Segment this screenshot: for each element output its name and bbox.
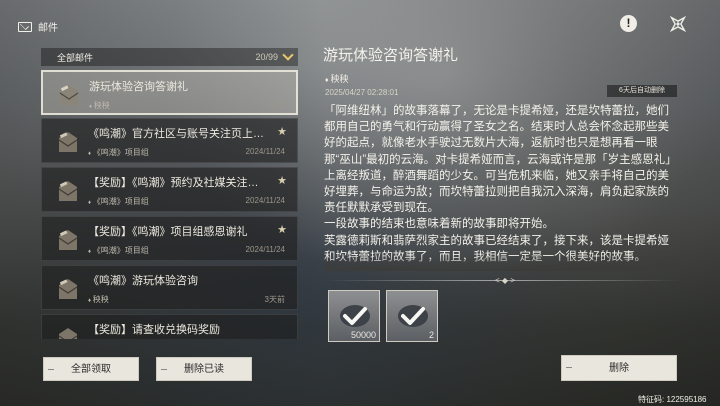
mail-item-title: 《鸣潮》游玩体验咨询 (88, 275, 198, 287)
mail-header: 邮件 (18, 19, 58, 34)
mail-item[interactable]: 《鸣潮》官方社区与账号关注页上… ★ 《鸣潮》项目组 2024/11/24 (41, 118, 298, 163)
button-dash-icon (161, 369, 167, 370)
mail-item-title: 【奖励】《鸣潮》项目组感恩谢礼 (88, 226, 248, 238)
mail-count: 20/99 (255, 52, 278, 62)
filter-label: 全部邮件 (57, 52, 94, 63)
mail-item[interactable]: 【奖励】《鸣潮》项目组感恩谢礼 ★ 《鸣潮》项目组 2024/11/24 (41, 216, 298, 261)
star-icon: ★ (277, 175, 287, 187)
mail-item-sender: 秧秧 (89, 100, 110, 111)
info-icon[interactable]: ! (620, 15, 637, 32)
delete-button[interactable]: 删除 (561, 355, 677, 381)
mail-item-date: 2024/11/24 (245, 245, 285, 254)
mail-body-text: 「阿维纽林」的故事落幕了，无论是卡提希娅，还是坎特蕾拉，她们都用自己的勇气和行动… (324, 105, 677, 263)
mail-item-date: 今天 (268, 101, 284, 110)
check-icon (340, 305, 370, 327)
close-icon[interactable] (668, 14, 688, 34)
chevron-down-icon (282, 49, 294, 61)
divider-ornament-icon: < ◆ > (495, 276, 515, 285)
attachment-item[interactable]: 2 (386, 290, 438, 342)
player-uid: 特征码: 122595186 (638, 395, 707, 404)
mail-item-date: 2024/11/24 (245, 147, 285, 156)
mail-open-icon (58, 132, 78, 152)
header-title: 邮件 (38, 23, 58, 34)
body-fade (324, 255, 680, 271)
claim-all-button[interactable]: 全部领取 (43, 357, 139, 381)
mail-body[interactable]: 「阿维纽林」的故事落幕了，无论是卡提希娅，还是坎特蕾拉，她们都用自己的勇气和行动… (324, 103, 680, 269)
mail-list[interactable]: 游玩体验咨询答谢礼 秧秧 今天 《鸣潮》官方社区与账号关注页上… ★ 《鸣潮》项… (41, 68, 298, 339)
mail-detail-title: 游玩体验咨询答谢礼 (323, 47, 459, 64)
attachment-count: 2 (428, 330, 434, 340)
mail-item[interactable]: 《鸣潮》游玩体验咨询 秧秧 3天前 (41, 265, 298, 310)
mail-item-title: 【奖励】请查收兑换码奖励 (88, 324, 220, 336)
mail-item[interactable]: 游玩体验咨询答谢礼 秧秧 今天 (41, 70, 298, 115)
mail-item-date: 3天前 (264, 295, 285, 304)
mail-item-sender: 《鸣潮》项目组 (88, 147, 149, 158)
mail-item-sender: 《鸣潮》项目组 (88, 245, 149, 256)
button-dash-icon (48, 369, 54, 370)
star-icon: ★ (277, 224, 287, 236)
mail-filter[interactable]: 全部邮件 20/99 (41, 48, 298, 66)
attachment-item[interactable]: 50000 (328, 290, 380, 342)
delete-label: 删除 (609, 363, 629, 374)
mail-detail-sender-name: 秧秧 (330, 74, 349, 84)
mail-open-icon (58, 328, 78, 339)
mail-open-icon (58, 230, 78, 250)
button-dash-icon (566, 367, 572, 368)
star-icon: ★ (277, 126, 287, 138)
delete-read-button[interactable]: 删除已读 (156, 357, 252, 381)
mail-item-title: 《鸣潮》官方社区与账号关注页上… (88, 128, 264, 140)
mail-detail-datetime: 2025/04/27 02:28:01 (325, 88, 399, 97)
mail-item[interactable]: 【奖励】请查收兑换码奖励 (41, 314, 298, 339)
mail-item-title: 【奖励】《鸣潮》预约及社媒关注… (88, 177, 259, 189)
attachment-count: 50000 (350, 330, 376, 340)
mail-open-icon (59, 85, 79, 105)
check-icon (398, 305, 428, 327)
delete-read-label: 删除已读 (184, 364, 224, 375)
mail-icon (18, 21, 32, 32)
mail-item-date: 2024/11/24 (245, 196, 285, 205)
mail-item-sender: 《鸣潮》项目组 (88, 196, 149, 207)
mail-detail-sender: ♦ 秧秧 (325, 72, 349, 85)
expire-badge: 6天后自动删除 (607, 85, 677, 97)
claim-all-label: 全部领取 (71, 364, 111, 375)
mail-open-icon (58, 181, 78, 201)
mail-item-title: 游玩体验咨询答谢礼 (89, 81, 188, 93)
mail-open-icon (58, 279, 78, 299)
mail-item-sender: 秧秧 (88, 294, 109, 305)
mail-item[interactable]: 【奖励】《鸣潮》预约及社媒关注… ★ 《鸣潮》项目组 2024/11/24 (41, 167, 298, 212)
